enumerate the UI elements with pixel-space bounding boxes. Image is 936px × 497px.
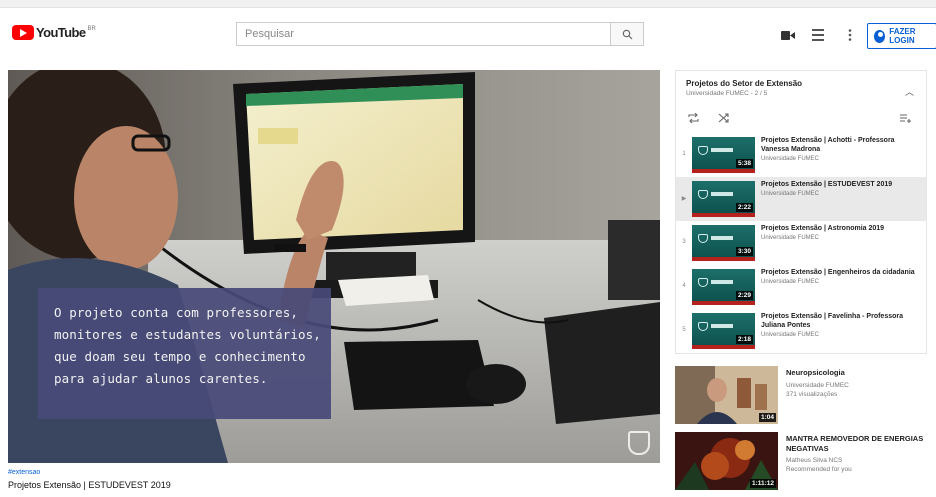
search-icon — [622, 29, 632, 39]
playlist-item-info: Projetos Extensão | Engenheiros da cidad… — [761, 265, 921, 285]
recommendation-item[interactable]: 1:04 Neuropsicologia Universidade FUMEC … — [675, 366, 927, 426]
video-caption-overlay: O projeto conta com professores, monitor… — [38, 288, 331, 419]
fumec-logo-icon — [698, 190, 708, 199]
masthead: YouTube BR Pesquisar FAZER LOGIN — [0, 8, 936, 60]
search-input[interactable]: Pesquisar — [236, 22, 610, 46]
recommendation-meta: Recommended for you — [786, 466, 852, 473]
playlist-title[interactable]: Projetos do Setor de Extensão — [686, 79, 916, 88]
recommendation-duration: 1:11:12 — [749, 479, 776, 488]
add-to-queue-icon[interactable] — [900, 113, 912, 123]
playlist-panel: Projetos do Setor de Extensão Universida… — [675, 70, 927, 354]
recommendation-views: 371 visualizações — [786, 390, 838, 398]
recommendation-info: Neuropsicologia Universidade FUMEC 371 v… — [786, 366, 926, 426]
thumbnail-wordmark — [711, 192, 733, 196]
playlist-item[interactable]: 4 2:29 Projetos Extensão | Engenheiros d… — [676, 265, 926, 309]
fumec-logo-icon — [698, 322, 708, 331]
recommendation-title[interactable]: MANTRA REMOVEDOR DE ENERGIAS NEGATIVAS — [786, 434, 926, 453]
youtube-logo[interactable]: YouTube BR — [12, 25, 96, 40]
playlist-item-duration: 3:30 — [735, 247, 753, 256]
playlist-item-duration: 5:38 — [735, 159, 753, 168]
playlist-item-thumbnail[interactable]: 2:18 — [692, 313, 755, 349]
playlist-item-title[interactable]: Projetos Extensão | Astronomia 2019 — [761, 224, 921, 233]
thumbnail-bar — [692, 345, 755, 349]
now-playing-icon: ▶ — [681, 196, 687, 202]
playlist-item-channel: Universidade FUMEC — [761, 332, 820, 338]
playlist-item-thumbnail[interactable]: 5:38 — [692, 137, 755, 173]
playlist-item-channel: Universidade FUMEC — [761, 191, 820, 197]
thumbnail-wordmark — [711, 148, 733, 152]
apps-grid-icon[interactable] — [812, 29, 824, 41]
playlist-item-title[interactable]: Projetos Extensão | Achotti - Professora… — [761, 136, 921, 154]
browser-chrome-strip — [0, 0, 936, 8]
playlist-subtitle: Universidade FUMEC - 2 / 5 — [686, 90, 768, 97]
playlist-item-title[interactable]: Projetos Extensão | Engenheiros da cidad… — [761, 268, 921, 277]
loop-icon[interactable] — [688, 113, 699, 123]
logo-region: BR — [87, 25, 96, 32]
playlist-item-duration: 2:22 — [735, 203, 753, 212]
playlist-item-index: 5 — [682, 327, 686, 333]
playlist-item-active[interactable]: ▶ 2:22 Projetos Extensão | ESTUDEVEST 20… — [676, 177, 926, 221]
playlist-item-channel: Universidade FUMEC — [761, 279, 820, 285]
more-options-icon[interactable] — [848, 29, 852, 41]
recommendation-channel: Universidade FUMEC — [786, 381, 849, 389]
playlist-item-index: 3 — [682, 239, 686, 245]
recommendation-thumbnail[interactable]: 1:04 — [675, 366, 778, 424]
playlist-items: 1 5:38 Projetos Extensão | Achotti - Pro… — [676, 133, 926, 353]
fumec-logo-icon — [698, 278, 708, 287]
video-player[interactable]: O projeto conta com professores, monitor… — [8, 70, 660, 463]
playlist-item-title[interactable]: Projetos Extensão | ESTUDEVEST 2019 — [761, 180, 921, 189]
video-info: #extensao Projetos Extensão | ESTUDEVEST… — [8, 469, 658, 490]
playlist-header: Projetos do Setor de Extensão Universida… — [676, 71, 926, 133]
playlist-item-index: 1 — [682, 151, 686, 157]
playlist-item-info: Projetos Extensão | Astronomia 2019 Univ… — [761, 221, 921, 241]
playlist-item[interactable]: 1 5:38 Projetos Extensão | Achotti - Pro… — [676, 133, 926, 177]
account-icon — [874, 29, 886, 43]
recommendation-title[interactable]: Neuropsicologia — [786, 368, 926, 378]
playlist-item-channel: Universidade FUMEC — [761, 235, 820, 241]
playlist-item-thumbnail[interactable]: 3:30 — [692, 225, 755, 261]
create-video-icon[interactable] — [781, 30, 795, 41]
channel-watermark-icon[interactable] — [628, 431, 650, 455]
playlist-item-title[interactable]: Projetos Extensão | Favelinha - Professo… — [761, 312, 921, 330]
recommendation-thumbnail[interactable]: 1:11:12 — [675, 432, 778, 490]
video-hashtags[interactable]: #extensao — [8, 469, 658, 476]
playlist-item-channel: Universidade FUMEC — [761, 156, 820, 162]
playlist-item-duration: 2:29 — [735, 291, 753, 300]
recommendation-info: MANTRA REMOVEDOR DE ENERGIAS NEGATIVAS M… — [786, 432, 926, 492]
caption-line: que doam seu tempo e conhecimento — [54, 349, 306, 364]
recommendation-item[interactable]: 1:11:12 MANTRA REMOVEDOR DE ENERGIAS NEG… — [675, 432, 927, 492]
playlist-item-info: Projetos Extensão | Favelinha - Professo… — [761, 309, 921, 338]
playlist-item-duration: 2:18 — [735, 335, 753, 344]
playlist-item-index: 4 — [682, 283, 686, 289]
playlist-item-thumbnail[interactable]: 2:22 — [692, 181, 755, 217]
thumbnail-bar — [692, 257, 755, 261]
thumbnail-bar — [692, 169, 755, 173]
fumec-logo-icon — [698, 146, 708, 155]
playlist-item[interactable]: 3 3:30 Projetos Extensão | Astronomia 20… — [676, 221, 926, 265]
sign-in-label: FAZER LOGIN — [889, 27, 916, 45]
playlist-item-info: Projetos Extensão | ESTUDEVEST 2019 Univ… — [761, 177, 921, 197]
thumbnail-wordmark — [711, 236, 733, 240]
logo-text: YouTube — [36, 25, 86, 40]
play-logo-icon — [12, 25, 34, 40]
thumbnail-bar — [692, 301, 755, 305]
shuffle-icon[interactable] — [718, 113, 729, 123]
playlist-item[interactable]: 5 2:18 Projetos Extensão | Favelinha - P… — [676, 309, 926, 353]
playlist-item-info: Projetos Extensão | Achotti - Professora… — [761, 133, 921, 162]
thumbnail-wordmark — [711, 280, 733, 284]
sign-in-button[interactable]: FAZER LOGIN — [867, 23, 936, 49]
fumec-logo-icon — [698, 234, 708, 243]
collapse-chevron-icon[interactable]: ︿ — [905, 85, 914, 98]
video-title: Projetos Extensão | ESTUDEVEST 2019 — [8, 480, 171, 490]
search-button[interactable] — [610, 22, 644, 46]
caption-line: monitores e estudantes voluntários, — [54, 327, 321, 342]
thumbnail-wordmark — [711, 324, 733, 328]
recommendation-duration: 1:04 — [758, 413, 776, 422]
caption-line: para ajudar alunos carentes. — [54, 371, 268, 386]
thumbnail-bar — [692, 213, 755, 217]
caption-line: O projeto conta com professores, — [54, 305, 299, 320]
playlist-item-thumbnail[interactable]: 2:29 — [692, 269, 755, 305]
recommendation-channel: Matheus Silva NCS — [786, 457, 843, 464]
